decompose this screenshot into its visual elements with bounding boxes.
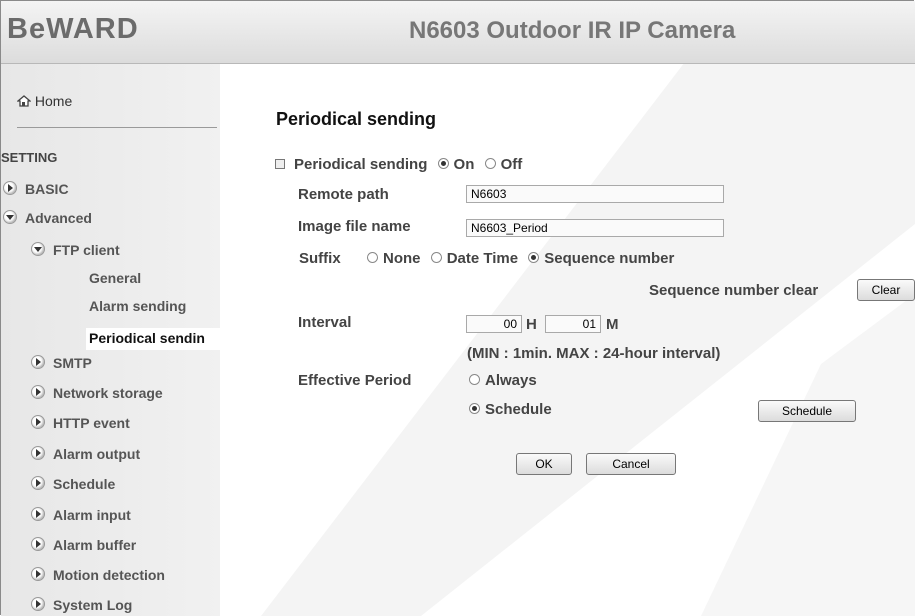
sidebar-item-basic[interactable]: BASIC xyxy=(3,180,69,197)
expand-arrow-icon xyxy=(31,355,45,369)
home-link[interactable]: Home xyxy=(16,93,73,109)
hours-unit: H xyxy=(526,316,537,333)
bullet-icon xyxy=(275,159,285,169)
suffix-row: Suffix None Date Time Sequence number xyxy=(299,250,674,267)
cancel-button[interactable]: Cancel xyxy=(586,453,676,475)
suffix-datetime-label: Date Time xyxy=(446,250,519,267)
expand-arrow-icon xyxy=(31,597,45,611)
interval-minutes-input[interactable] xyxy=(545,315,601,333)
sidebar-item-smtp[interactable]: SMTP xyxy=(31,354,92,371)
sidebar-item-periodical-sending[interactable]: Periodical sendin xyxy=(89,330,205,346)
remote-path-input[interactable] xyxy=(466,185,724,203)
suffix-none-label: None xyxy=(383,250,421,267)
suffix-sequence-radio[interactable] xyxy=(528,252,540,263)
sequence-clear-label: Sequence number clear xyxy=(649,282,819,299)
sidebar-item-schedule[interactable]: Schedule xyxy=(31,475,115,492)
suffix-datetime-radio[interactable] xyxy=(430,252,442,263)
always-label: Always xyxy=(485,372,537,389)
schedule-radio[interactable] xyxy=(469,403,480,414)
sidebar-item-alarm-output[interactable]: Alarm output xyxy=(31,445,140,462)
setting-heading: SETTING xyxy=(1,150,58,165)
watermark-graphic xyxy=(261,64,915,616)
sidebar-item-system-log[interactable]: System Log xyxy=(31,596,132,613)
interval-note: (MIN : 1min. MAX : 24-hour interval) xyxy=(467,345,721,362)
sidebar-item-ftp-client[interactable]: FTP client xyxy=(31,241,120,258)
collapse-arrow-icon xyxy=(3,210,17,224)
ok-button[interactable]: OK xyxy=(516,453,572,475)
main-content: Periodical sending Periodical sending On… xyxy=(221,64,915,616)
effective-period-label: Effective Period xyxy=(298,372,412,389)
home-icon xyxy=(16,94,32,107)
expand-arrow-icon xyxy=(31,385,45,399)
sidebar-item-network-storage[interactable]: Network storage xyxy=(31,384,163,401)
schedule-row: Schedule xyxy=(463,401,552,418)
header-bar: BeWARD N6603 Outdoor IR IP Camera xyxy=(1,1,915,64)
sidebar-item-general[interactable]: General xyxy=(89,270,141,286)
always-row: Always xyxy=(463,372,537,389)
image-file-label: Image file name xyxy=(298,218,411,235)
interval-hours-input[interactable] xyxy=(466,315,522,333)
sidebar: Home SETTING BASIC Advanced FTP client G… xyxy=(1,64,220,616)
sidebar-item-motion-detection[interactable]: Motion detection xyxy=(31,566,165,583)
off-label: Off xyxy=(500,156,523,173)
beward-logo: BeWARD xyxy=(7,13,139,45)
periodical-row: Periodical sending On Off xyxy=(275,156,522,173)
on-label: On xyxy=(453,156,475,173)
expand-arrow-icon xyxy=(31,507,45,521)
expand-arrow-icon xyxy=(31,537,45,551)
minutes-unit: M xyxy=(606,316,619,333)
interval-label: Interval xyxy=(298,314,352,331)
expand-arrow-icon xyxy=(31,446,45,460)
suffix-none-radio[interactable] xyxy=(367,252,379,263)
schedule-label: Schedule xyxy=(485,401,552,418)
periodical-label: Periodical sending xyxy=(294,156,428,173)
suffix-sequence-label: Sequence number xyxy=(544,250,675,267)
sidebar-item-http-event[interactable]: HTTP event xyxy=(31,414,130,431)
sidebar-item-alarm-buffer[interactable]: Alarm buffer xyxy=(31,536,136,553)
periodical-on-radio[interactable] xyxy=(437,158,449,169)
camera-title: N6603 Outdoor IR IP Camera xyxy=(409,17,736,44)
clear-button[interactable]: Clear xyxy=(857,279,915,301)
image-file-input[interactable] xyxy=(466,219,724,237)
always-radio[interactable] xyxy=(469,374,480,385)
page-title: Periodical sending xyxy=(276,109,437,129)
schedule-button[interactable]: Schedule xyxy=(758,400,856,422)
expand-arrow-icon xyxy=(31,415,45,429)
home-label: Home xyxy=(34,93,73,109)
periodical-off-radio[interactable] xyxy=(484,158,496,169)
sidebar-item-advanced[interactable]: Advanced xyxy=(3,209,92,226)
sidebar-item-alarm-input[interactable]: Alarm input xyxy=(31,506,131,523)
suffix-label: Suffix xyxy=(299,250,341,267)
remote-path-label: Remote path xyxy=(298,186,389,203)
expand-arrow-icon xyxy=(31,476,45,490)
expand-arrow-icon xyxy=(31,567,45,581)
sidebar-item-alarm-sending[interactable]: Alarm sending xyxy=(89,298,186,314)
expand-arrow-icon xyxy=(3,181,17,195)
collapse-arrow-icon xyxy=(31,242,45,256)
divider xyxy=(17,127,217,128)
